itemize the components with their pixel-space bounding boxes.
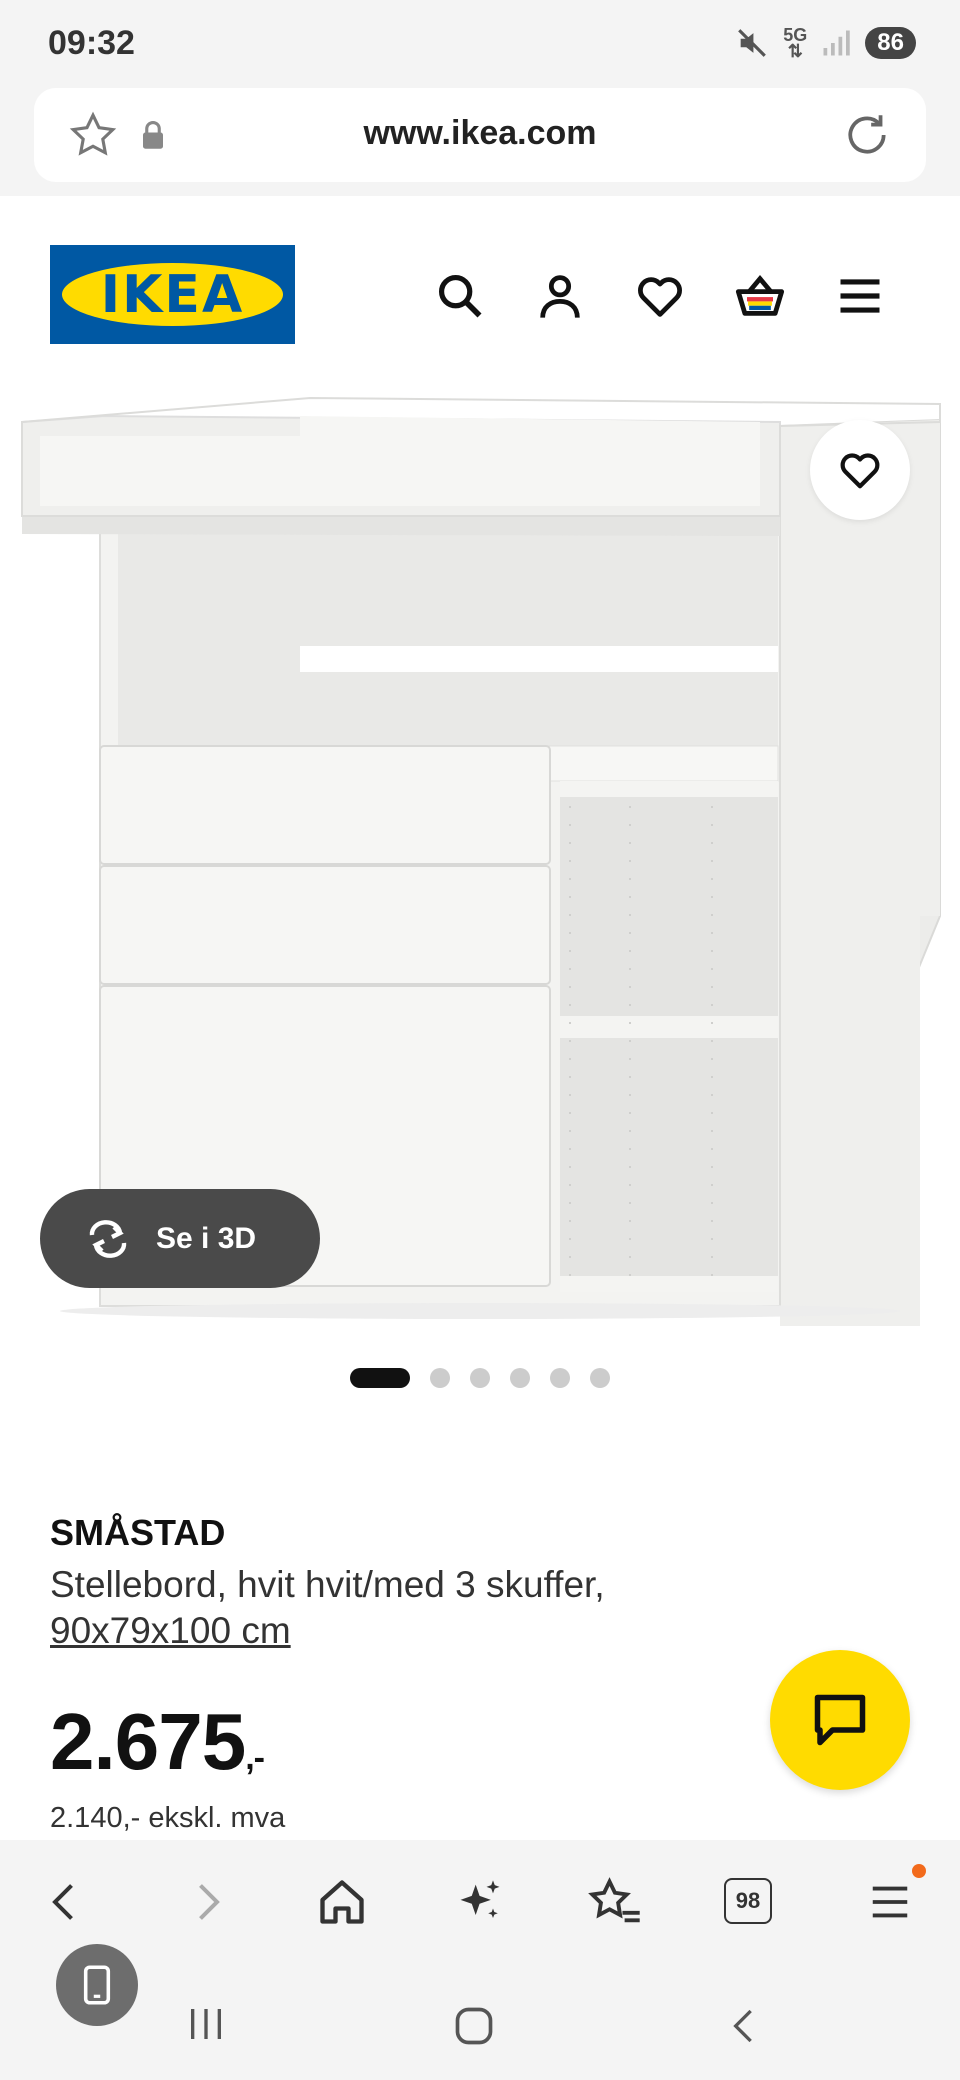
account-icon[interactable] <box>534 270 586 322</box>
logo-text: IKEA <box>100 265 245 325</box>
chevron-left-icon <box>52 1884 73 1920</box>
bookmarks-button[interactable] <box>588 1874 644 1930</box>
recent-apps-icon[interactable] <box>186 2004 226 2044</box>
price-value: 2.675 <box>50 1697 246 1786</box>
home-nav-icon[interactable] <box>452 2004 496 2048</box>
battery-indicator: 86 <box>865 27 916 59</box>
product-name: SMÅSTAD <box>50 1512 226 1553</box>
network-label: 5G <box>783 25 808 45</box>
add-to-wishlist-button[interactable] <box>810 420 910 520</box>
carousel-dot[interactable] <box>470 1368 490 1388</box>
back-nav-icon[interactable] <box>724 2004 764 2048</box>
reload-icon[interactable] <box>842 110 892 160</box>
network-indicator: 5G ⇅ <box>783 25 808 61</box>
forward-button[interactable] <box>178 1874 234 1930</box>
browser-bottom-toolbar: 98 <box>0 1840 960 1960</box>
carousel-dot[interactable] <box>430 1368 450 1388</box>
wishlist-icon[interactable] <box>634 270 686 322</box>
chat-icon <box>814 1694 866 1746</box>
ai-assistant-button[interactable] <box>452 1874 508 1930</box>
carousel-pagination <box>0 1368 960 1388</box>
status-time: 09:32 <box>48 24 135 62</box>
carousel-dot[interactable] <box>590 1368 610 1388</box>
tabs-button[interactable]: 98 <box>724 1878 772 1924</box>
home-icon <box>320 1880 364 1924</box>
cart-icon[interactable] <box>734 270 786 322</box>
browser-menu-button[interactable] <box>862 1864 926 1930</box>
carousel-dot[interactable] <box>550 1368 570 1388</box>
back-button[interactable] <box>38 1874 94 1930</box>
tab-count: 98 <box>735 1888 761 1913</box>
product-image[interactable] <box>0 376 960 1376</box>
product-size-link[interactable]: 90x79x100 cm <box>50 1610 291 1652</box>
floating-phone-button[interactable] <box>56 1944 138 2026</box>
search-icon[interactable] <box>434 270 486 322</box>
system-navigation-bar <box>0 1944 960 2080</box>
carousel-dot[interactable] <box>510 1368 530 1388</box>
star-list-icon <box>588 1877 640 1923</box>
mute-icon <box>738 29 767 57</box>
menu-icon <box>872 1886 908 1918</box>
view-in-3d-label: Se i 3D <box>156 1221 257 1255</box>
phone-icon <box>83 1965 111 2005</box>
view-in-3d-button[interactable]: Se i 3D <box>40 1189 320 1288</box>
site-header: IKEA <box>0 196 960 376</box>
carousel-dot-active[interactable] <box>350 1368 410 1388</box>
product-description: Stellebord, hvit hvit/med 3 skuffer, <box>50 1564 605 1605</box>
price-excl-vat: 2.140,- ekskl. mva <box>50 1802 286 1834</box>
heart-icon <box>840 453 880 489</box>
sparkle-icon <box>460 1880 500 1919</box>
changing-table-illustration <box>21 396 941 1376</box>
signal-icon <box>823 30 851 56</box>
chevron-right-icon <box>199 1884 220 1920</box>
status-bar: 09:32 5G ⇅ 86 <box>0 0 960 88</box>
status-icons: 5G ⇅ 86 <box>735 26 916 60</box>
product-price: 2.675,- <box>50 1696 265 1788</box>
browser-top-bar: www.ikea.com <box>0 88 960 196</box>
chat-button[interactable] <box>770 1650 910 1790</box>
notification-dot <box>912 1864 926 1878</box>
home-button[interactable] <box>314 1874 370 1930</box>
price-suffix: ,- <box>245 1739 265 1777</box>
ikea-logo[interactable]: IKEA <box>50 245 295 344</box>
url-text[interactable]: www.ikea.com <box>34 114 926 153</box>
menu-icon[interactable] <box>834 270 886 322</box>
url-bar[interactable]: www.ikea.com <box>34 88 926 182</box>
rotate-3d-icon <box>89 1219 127 1258</box>
